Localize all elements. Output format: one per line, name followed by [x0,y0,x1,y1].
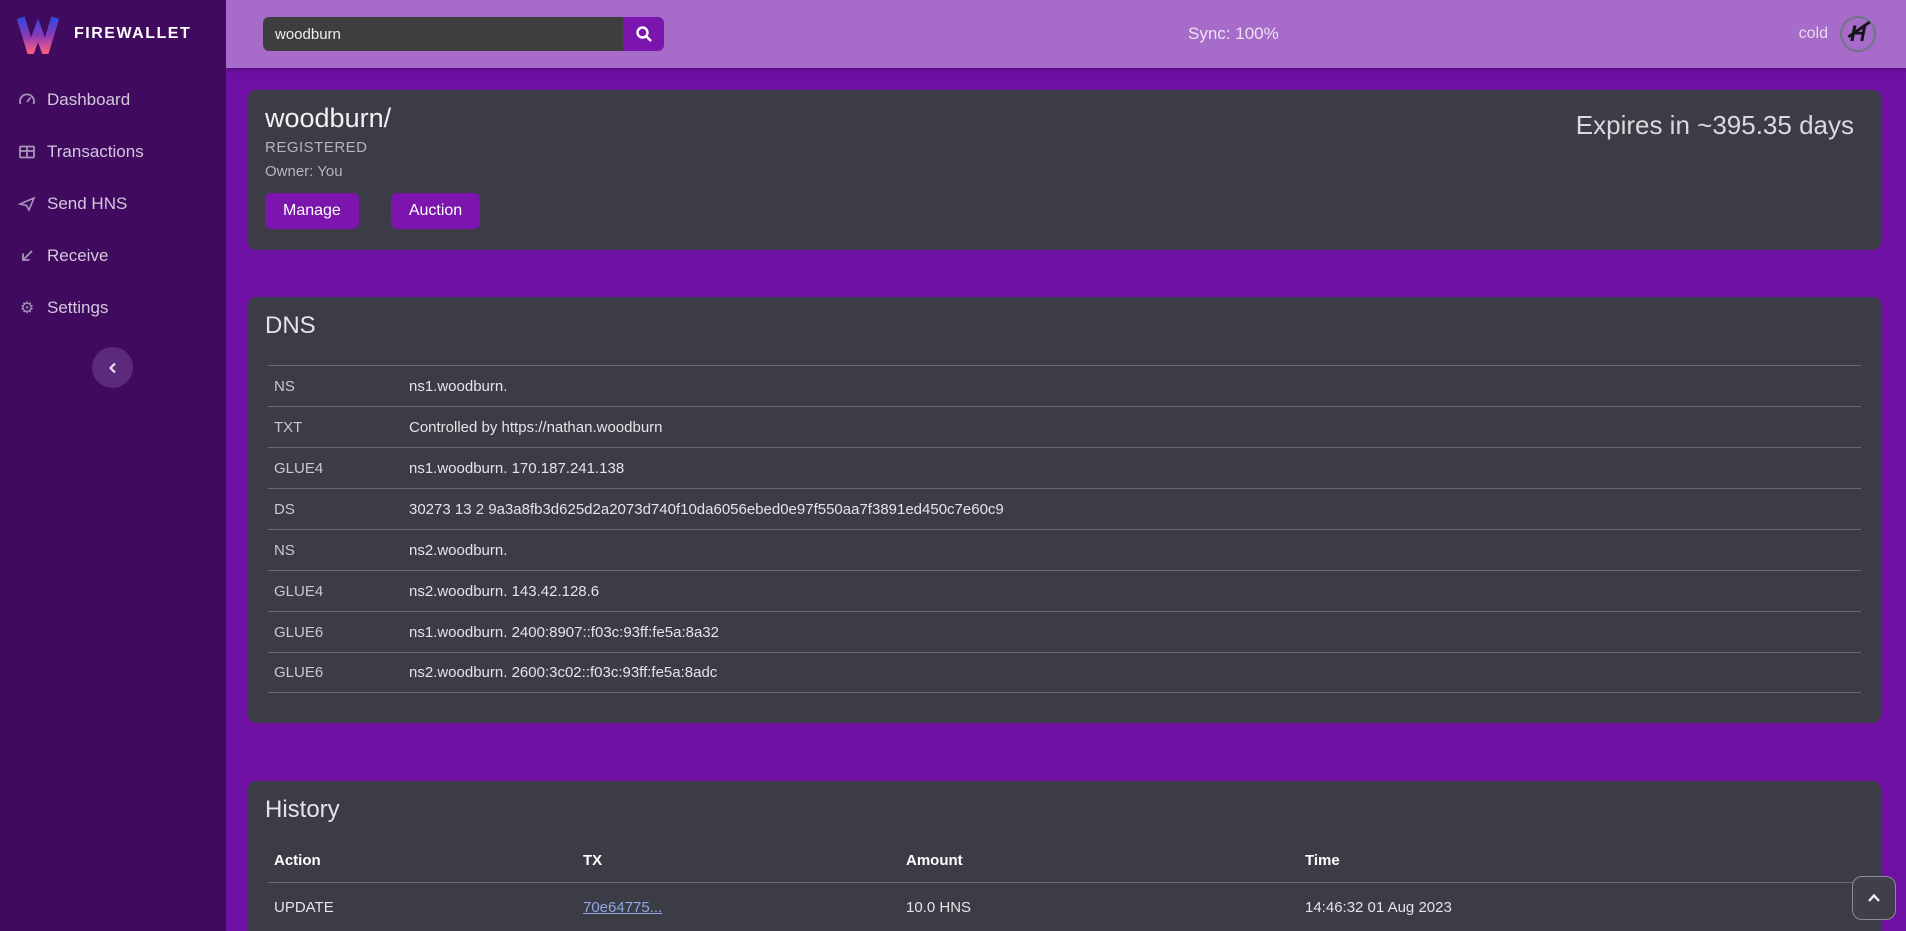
dns-record-row: GLUE6 ns2.woodburn. 2600:3c02::f03c:93ff… [268,652,1861,693]
sidebar-item-settings[interactable]: ⚙ Settings [18,294,226,322]
dns-record-row: GLUE4 ns2.woodburn. 143.42.128.6 [268,570,1861,611]
dns-record-type: GLUE6 [268,664,409,681]
chevron-left-icon [106,361,120,375]
search-button[interactable] [623,17,664,51]
sidebar-item-receive[interactable]: Receive [18,242,226,270]
dns-record-type: GLUE4 [268,583,409,600]
sidebar-item-send-hns[interactable]: Send HNS [18,190,226,218]
send-plane-icon [18,195,36,213]
history-row: UPDATE 70e64775... 10.0 HNS 14:46:32 01 … [268,882,1861,931]
caret-up-icon [1866,892,1882,904]
sidebar: FIREWALLET Dashboard Transactions [0,0,226,931]
wallet-selector[interactable]: cold H [1799,0,1876,68]
dns-record-row: GLUE6 ns1.woodburn. 2400:8907::f03c:93ff… [268,611,1861,652]
auction-button[interactable]: Auction [391,193,480,229]
dns-record-row: NS ns1.woodburn. [268,365,1861,406]
domain-expiry: Expires in ~395.35 days [1576,110,1854,141]
dns-record-value: ns1.woodburn. 170.187.241.138 [409,460,624,477]
sync-status: Sync: 100% [1188,0,1279,68]
dns-record-type: NS [268,542,409,559]
sidebar-item-label: Receive [47,246,108,266]
sidebar-item-label: Settings [47,298,108,318]
dns-record-value: ns1.woodburn. [409,378,507,395]
domain-card: woodburn/ REGISTERED Owner: You Manage A… [248,90,1881,250]
dns-record-row: NS ns2.woodburn. [268,529,1861,570]
receive-arrow-icon [18,247,36,265]
history-col-amount: Amount [900,852,1299,869]
wallet-name: cold [1799,25,1828,43]
sidebar-item-label: Transactions [47,142,144,162]
brand-name: FIREWALLET [74,25,191,43]
dns-record-value: ns2.woodburn. 2600:3c02::f03c:93ff:fe5a:… [409,664,717,681]
history-action: UPDATE [268,899,577,916]
search-input[interactable] [263,17,623,51]
history-col-time: Time [1299,852,1861,869]
topbar: Sync: 100% cold H [226,0,1906,68]
history-col-action: Action [268,852,577,869]
sidebar-item-dashboard[interactable]: Dashboard [18,86,226,114]
search-icon [635,25,653,43]
history-col-tx: TX [577,852,900,869]
main-content: woodburn/ REGISTERED Owner: You Manage A… [226,68,1906,931]
table-icon [18,143,36,161]
dns-record-type: NS [268,378,409,395]
history-title: History [248,794,1881,824]
dns-record-value: ns2.woodburn. [409,542,507,559]
dashboard-gauge-icon [18,91,36,109]
gear-icon: ⚙ [18,299,36,317]
domain-actions: Manage Auction [265,193,1864,229]
dns-record-value: 30273 13 2 9a3a8fb3d625d2a2073d740f10da6… [409,501,1004,518]
history-card: History Action TX Amount Time UPDATE 70e… [248,781,1881,931]
history-time: 14:46:32 01 Aug 2023 [1299,899,1861,916]
manage-button[interactable]: Manage [265,193,359,229]
tx-link[interactable]: 70e64775... [583,899,662,916]
dns-record-value: ns1.woodburn. 2400:8907::f03c:93ff:fe5a:… [409,624,719,641]
dns-record-type: TXT [268,419,409,436]
dns-card: DNS NS ns1.woodburn. TXT Controlled by h… [248,297,1881,723]
dns-record-row: DS 30273 13 2 9a3a8fb3d625d2a2073d740f10… [268,488,1861,529]
sidebar-item-label: Dashboard [47,90,130,110]
dns-record-type: GLUE6 [268,624,409,641]
dns-title: DNS [248,310,1881,340]
handshake-logo-icon: H [1840,16,1876,52]
dns-record-type: GLUE4 [268,460,409,477]
domain-owner: Owner: You [265,163,1864,180]
dns-record-value: Controlled by https://nathan.woodburn [409,419,663,436]
sidebar-collapse-button[interactable] [92,347,133,388]
history-header-row: Action TX Amount Time [268,838,1861,882]
dns-table: NS ns1.woodburn. TXT Controlled by https… [268,365,1861,693]
dns-record-row: GLUE4 ns1.woodburn. 170.187.241.138 [268,447,1861,488]
sidebar-item-transactions[interactable]: Transactions [18,138,226,166]
scroll-top-button[interactable] [1852,876,1896,920]
dns-record-type: DS [268,501,409,518]
history-amount: 10.0 HNS [900,899,1299,916]
dns-record-row: TXT Controlled by https://nathan.woodbur… [268,406,1861,447]
history-table: Action TX Amount Time UPDATE 70e64775...… [268,838,1861,931]
brand: FIREWALLET [0,0,226,68]
firewallet-logo-icon [16,14,60,54]
dns-record-value: ns2.woodburn. 143.42.128.6 [409,583,599,600]
sidebar-nav: Dashboard Transactions Send HNS [0,68,226,322]
domain-status: REGISTERED [265,139,1864,156]
search-bar [263,17,664,51]
sidebar-item-label: Send HNS [47,194,127,214]
